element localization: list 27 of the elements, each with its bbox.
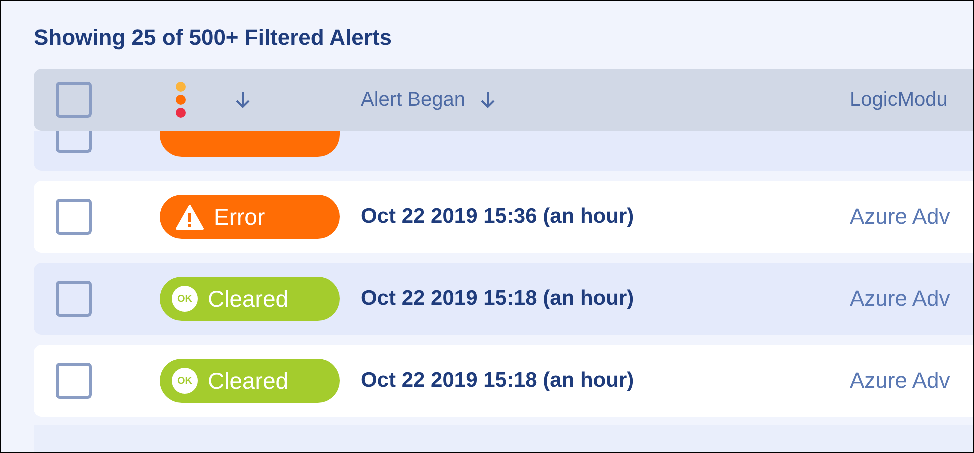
row-checkbox[interactable]	[56, 363, 92, 399]
severity-dots-icon	[175, 82, 187, 118]
row-checkbox[interactable]	[56, 199, 92, 235]
alert-row[interactable]: OK Cleared Oct 22 2019 15:18 (an hour) Azure Adv	[34, 263, 973, 335]
status-badge: OK Cleared	[160, 277, 340, 321]
logic-module-text: Azure Adv	[850, 286, 952, 312]
row-checkbox[interactable]	[56, 131, 92, 153]
ok-icon: OK	[172, 286, 198, 312]
row-checkbox[interactable]	[56, 281, 92, 317]
ok-icon: OK	[172, 368, 198, 394]
column-header[interactable]: Alert Began	[361, 88, 466, 112]
warning-icon	[176, 204, 204, 230]
select-all-checkbox[interactable]	[56, 82, 92, 118]
alert-row[interactable]: Error Oct 22 2019 15:36 (an hour) Azure Adv	[34, 181, 973, 253]
sort-arrow-icon[interactable]	[235, 90, 251, 110]
alert-began-text: Oct 22 2019 15:36 (an hour)	[361, 205, 636, 229]
alert-began-text: Oct 22 2019 15:18 (an hour)	[361, 369, 636, 393]
column-header[interactable]: LogicModu	[850, 88, 948, 112]
sort-arrow-icon[interactable]	[480, 90, 496, 110]
status-badge: Error	[160, 195, 340, 239]
page-title: Showing 25 of 500+ Filtered Alerts	[34, 24, 392, 52]
alert-row[interactable]	[34, 131, 973, 171]
status-badge: OK Cleared	[160, 359, 340, 403]
logic-module-text: Azure Adv	[850, 368, 952, 394]
alert-began-text: Oct 22 2019 15:18 (an hour)	[361, 287, 636, 311]
alert-row[interactable]: OK Cleared Oct 22 2019 15:18 (an hour) Azure Adv	[34, 345, 973, 417]
logic-module-text: Azure Adv	[850, 204, 952, 230]
